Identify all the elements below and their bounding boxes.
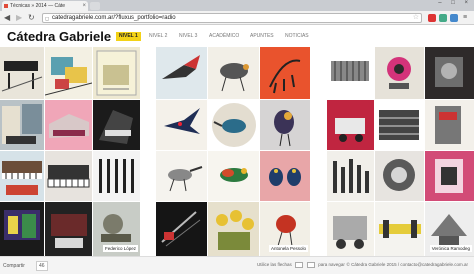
hint-text-before: Utilice las flechas	[257, 262, 292, 268]
artwork-tile[interactable]	[375, 100, 424, 150]
artwork-tile[interactable]	[327, 100, 374, 150]
artwork-tile[interactable]	[45, 151, 92, 201]
nav-item-academico[interactable]: ACADÉMICO	[206, 32, 242, 41]
close-tab-icon[interactable]: ×	[82, 1, 86, 11]
artwork-tile[interactable]	[208, 202, 259, 256]
artwork-tile[interactable]: Verónica Ramodeg	[425, 202, 474, 256]
forward-icon[interactable]: ▶	[16, 13, 22, 23]
menu-icon[interactable]: ≡	[463, 13, 467, 23]
bookmark-star-icon[interactable]: ☆	[413, 14, 419, 22]
artwork-tile[interactable]	[327, 151, 374, 201]
artwork-tile[interactable]	[375, 151, 424, 201]
artist-caption: Antonela Pessolo	[268, 245, 308, 252]
artwork-tile[interactable]	[208, 100, 259, 150]
extension-icon[interactable]	[428, 14, 436, 22]
artwork-tile[interactable]	[0, 151, 44, 201]
artwork-tile[interactable]	[208, 47, 259, 99]
browser-toolbar: ◀ ▶ ↻ ◻ catedragabriele.com.ar/?fluxus_p…	[0, 11, 474, 25]
artwork-tile[interactable]	[45, 47, 92, 99]
artwork-tile[interactable]	[93, 47, 140, 99]
tab-title: Técnicas » 2014 — Cáte	[10, 3, 66, 9]
artwork-tile[interactable]	[156, 202, 207, 256]
right-arrow-key-icon	[307, 262, 316, 268]
artwork-tile[interactable]	[260, 47, 310, 99]
artwork-tile[interactable]	[0, 47, 44, 99]
site-logo[interactable]: Cátedra Gabriele	[7, 29, 111, 44]
artwork-tile[interactable]	[425, 151, 474, 201]
share-button[interactable]: Compartir	[3, 263, 25, 269]
reload-icon[interactable]: ↻	[28, 13, 35, 23]
artwork-tile[interactable]	[156, 47, 207, 99]
artwork-tile[interactable]	[156, 100, 207, 150]
share-count: 46	[36, 261, 48, 271]
url-text: catedragabriele.com.ar/?fluxus_portfolio…	[52, 15, 176, 21]
artist-caption: Verónica Ramodeg	[429, 245, 472, 252]
window-controls[interactable]: – □ ×	[438, 0, 472, 6]
portfolio-gallery: Federico López Antonela Pessolo Verónica…	[0, 47, 474, 256]
artwork-tile[interactable]	[260, 151, 310, 201]
artwork-tile[interactable]: Federico López	[93, 202, 140, 256]
new-tab-button[interactable]	[90, 2, 100, 10]
browser-tab-strip: Técnicas » 2014 — Cáte × – □ ×	[0, 0, 474, 11]
artwork-tile[interactable]	[93, 151, 140, 201]
artwork-tile[interactable]	[260, 100, 310, 150]
nav-item-noticias[interactable]: NOTICIAS	[282, 32, 312, 41]
page-info-icon[interactable]: ◻	[45, 15, 49, 23]
nav-item-apuntes[interactable]: APUNTES	[247, 32, 277, 41]
artwork-tile[interactable]	[0, 202, 44, 256]
hint-text-after: para navegar	[318, 262, 345, 268]
nav-item-nivel-2[interactable]: NIVEL 2	[146, 32, 170, 41]
site-footer: Compartir 46 Utilice las flechas para na…	[0, 256, 474, 274]
artwork-tile[interactable]	[425, 100, 474, 150]
artwork-tile[interactable]	[93, 100, 140, 150]
artwork-tile[interactable]	[327, 47, 374, 99]
artwork-tile[interactable]	[45, 202, 92, 256]
nav-item-nivel-1[interactable]: NIVEL 1	[116, 32, 141, 41]
artwork-tile[interactable]	[0, 100, 44, 150]
artwork-tile[interactable]	[375, 202, 424, 256]
artwork-tile[interactable]	[156, 151, 207, 201]
artwork-tile[interactable]	[375, 47, 424, 99]
site-header: Cátedra Gabriele NIVEL 1 NIVEL 2 NIVEL 3…	[0, 25, 474, 47]
back-icon[interactable]: ◀	[4, 13, 10, 23]
artist-caption: Federico López	[102, 245, 138, 252]
left-arrow-key-icon	[295, 262, 304, 268]
extension-icon[interactable]	[450, 14, 458, 22]
artwork-tile[interactable]	[208, 151, 259, 201]
address-bar[interactable]: ◻ catedragabriele.com.ar/?fluxus_portfol…	[42, 13, 422, 23]
artwork-tile[interactable]: Antonela Pessolo	[260, 202, 310, 256]
favicon-icon	[4, 4, 8, 8]
copyright-text: © Cátedra Gabriele 2015 / contacto@cated…	[346, 262, 468, 267]
artwork-tile[interactable]	[45, 100, 92, 150]
navigation-hint: Utilice las flechas para navegar	[257, 262, 345, 268]
artwork-tile[interactable]	[425, 47, 474, 99]
extension-icon[interactable]	[439, 14, 447, 22]
artwork-tile[interactable]	[327, 202, 374, 256]
browser-tab[interactable]: Técnicas » 2014 — Cáte ×	[2, 1, 88, 11]
nav-item-nivel-3[interactable]: NIVEL 3	[176, 32, 200, 41]
